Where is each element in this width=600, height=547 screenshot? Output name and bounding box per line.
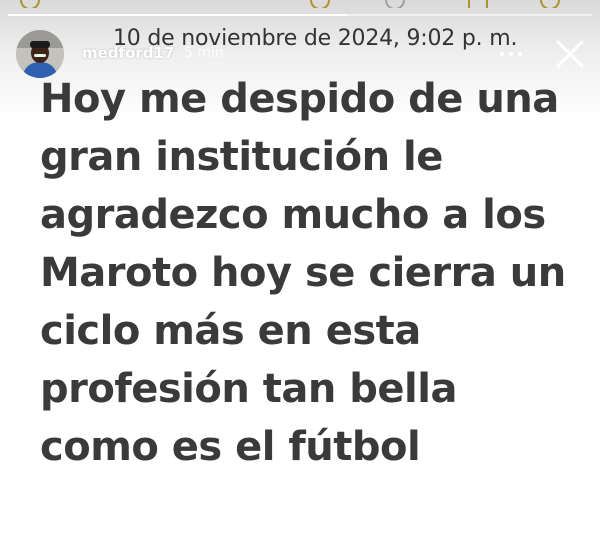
story-text-line: agradezco mucho a los <box>40 192 546 238</box>
story-text-line: Hoy me despido de una <box>40 76 559 122</box>
more-horizontal-icon <box>518 52 522 56</box>
status-icon <box>310 0 330 8</box>
story-text-line: gran institución le <box>40 134 443 180</box>
story-text: Hoy me despido de una gran institución l… <box>40 70 590 476</box>
status-icon <box>20 0 40 8</box>
status-icon <box>540 0 560 8</box>
story-progress-fill <box>8 14 347 16</box>
story-text-line: profesión tan bella <box>40 366 457 412</box>
time-ago-label: 5 min <box>184 45 224 61</box>
status-strip <box>0 0 600 8</box>
story-text-line: como es el fútbol <box>40 424 421 470</box>
more-horizontal-icon <box>509 52 513 56</box>
close-icon <box>556 40 584 68</box>
username-link[interactable]: medford17 <box>82 44 174 62</box>
story-text-line: Maroto hoy se cierra un <box>40 250 566 296</box>
more-horizontal-icon <box>500 52 504 56</box>
status-icon <box>468 0 488 8</box>
status-icon <box>385 0 405 8</box>
close-button[interactable] <box>550 34 590 74</box>
story-text-line: ciclo más en esta <box>40 308 421 354</box>
more-options-button[interactable] <box>500 48 530 60</box>
story-progress-bar <box>8 14 592 16</box>
